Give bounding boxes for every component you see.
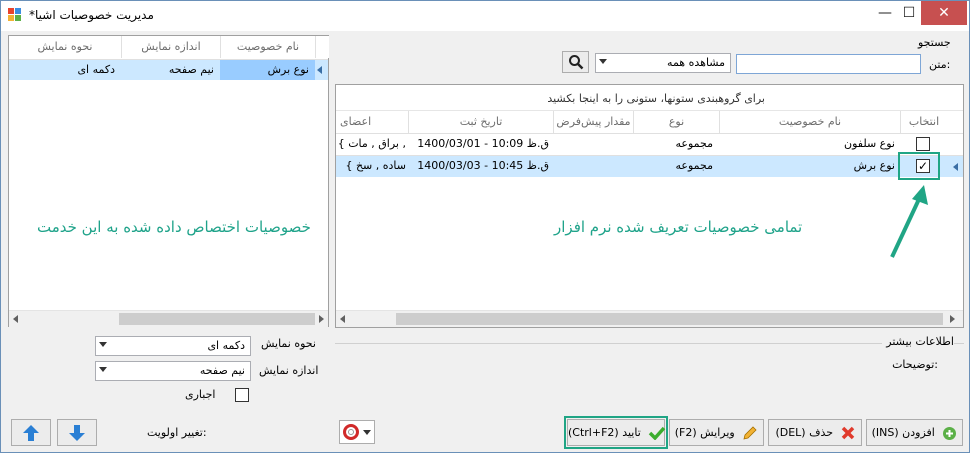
cell-members: { براق , مات , xyxy=(337,137,406,150)
column-header-date[interactable]: تاریخ ثبت xyxy=(408,111,553,133)
lifebuoy-icon xyxy=(343,424,360,440)
all-properties-note: تمامی خصوصیات تعریف شده نرم افزار xyxy=(554,218,803,236)
cell-property-name: نوع برش xyxy=(853,159,895,172)
more-info-label: اطلاعات بیشتر xyxy=(882,335,954,348)
cell-members: { ساده , سخ xyxy=(345,159,406,172)
search-text-label: متن: xyxy=(929,58,951,71)
select-checkbox[interactable] xyxy=(916,137,930,151)
cell-date: 1400/03/01 - 10:09 ق.ظ xyxy=(417,137,549,150)
display-size-label: اندازه نمایش xyxy=(259,364,319,377)
table-row[interactable]: نوع برش نیم صفحه دکمه ای xyxy=(9,59,328,80)
column-header-members[interactable]: اعضای xyxy=(336,111,408,133)
table-row[interactable]: نوع سلفون مجموعه 1400/03/01 - 10:09 ق.ظ … xyxy=(336,133,963,155)
arrow-up-icon xyxy=(23,425,39,441)
display-mode-value: دکمه ای xyxy=(207,339,245,352)
cell-default xyxy=(553,134,633,154)
required-checkbox[interactable] xyxy=(235,388,249,402)
add-button[interactable]: (INS) افزودن xyxy=(866,419,963,446)
chevron-down-icon xyxy=(99,367,107,372)
description-label: توضیحات: xyxy=(892,358,938,371)
window: *مدیریت خصوصیات اشیا — ☐ ✕ نام خصوصیت ان… xyxy=(0,0,970,453)
column-header-mode[interactable]: نحوه نمایش xyxy=(9,36,121,58)
chevron-down-icon xyxy=(99,342,107,347)
column-header-select[interactable]: انتخاب xyxy=(900,111,947,133)
move-down-button[interactable] xyxy=(57,419,97,446)
scroll-right-icon[interactable] xyxy=(950,315,955,323)
table-row-selected[interactable]: ✓ نوع برش مجموعه 1400/03/03 - 10:45 ق.ظ … xyxy=(336,155,963,177)
current-row-indicator-icon xyxy=(317,66,322,74)
cell-property-name: نوع سلفون xyxy=(844,137,895,150)
display-size-select[interactable]: نیم صفحه xyxy=(95,361,251,381)
checkbox-highlight-box xyxy=(898,152,940,180)
annotation-arrow-icon xyxy=(890,185,928,258)
cell-name: نوع برش xyxy=(220,60,315,80)
assigned-properties-note: خصوصیات اختصاص داده شده به این خدمت xyxy=(37,218,311,236)
close-button[interactable]: ✕ xyxy=(921,1,967,25)
column-header-property-name[interactable]: نام خصوصیت xyxy=(719,111,900,133)
grid-header-row: انتخاب نام خصوصیت نوع مقدار پیش‌فرض تاری… xyxy=(336,110,963,133)
move-up-button[interactable] xyxy=(11,419,51,446)
assigned-properties-grid: نام خصوصیت اندازه نمایش نحوه نمایش نوع ب… xyxy=(8,35,329,327)
search-group-label: جستجو xyxy=(918,36,951,49)
chevron-down-icon xyxy=(599,59,607,64)
edit-label: (F2) ویرایش xyxy=(674,426,735,439)
plus-circle-icon xyxy=(943,426,957,440)
delete-button[interactable]: (DEL) حذف xyxy=(768,419,862,446)
scroll-left-icon[interactable] xyxy=(340,315,345,323)
right-grid-hscrollbar[interactable] xyxy=(336,310,963,327)
app-icon xyxy=(8,8,22,22)
row-header-corner xyxy=(315,36,329,58)
scroll-right-icon[interactable] xyxy=(319,315,324,323)
chevron-down-icon xyxy=(362,429,371,435)
display-size-value: نیم صفحه xyxy=(199,364,245,377)
confirm-label: (Ctrl+F2) تایید xyxy=(568,426,641,439)
add-label: (INS) افزودن xyxy=(871,426,935,439)
arrow-down-icon xyxy=(69,425,85,441)
cell-type: مجموعه xyxy=(675,159,714,172)
pencil-icon xyxy=(743,426,757,440)
title-bar: *مدیریت خصوصیات اشیا — ☐ ✕ xyxy=(1,1,969,31)
cell-size: نیم صفحه xyxy=(168,63,214,76)
more-info-group: اطلاعات بیشتر توضیحات: xyxy=(335,335,964,403)
cell-mode: دکمه ای xyxy=(77,63,115,76)
display-mode-label: نحوه نمایش xyxy=(261,337,316,350)
scroll-thumb[interactable] xyxy=(119,313,315,325)
current-row-indicator-icon xyxy=(953,163,958,171)
column-header-default[interactable]: مقدار پیش‌فرض xyxy=(553,111,633,133)
column-header-type[interactable]: نوع xyxy=(633,111,719,133)
checkmark-icon xyxy=(649,426,666,440)
search-button[interactable] xyxy=(562,51,589,73)
required-label: اجباری xyxy=(185,388,216,401)
window-title: *مدیریت خصوصیات اشیا xyxy=(29,8,154,22)
edit-button[interactable]: (F2) ویرایش xyxy=(669,419,764,446)
help-dropdown-button[interactable] xyxy=(339,420,375,444)
priority-label: تغییر اولویت: xyxy=(147,426,207,439)
column-header-name[interactable]: نام خصوصیت xyxy=(220,36,315,58)
view-filter-value: مشاهده همه xyxy=(667,56,725,69)
scroll-thumb[interactable] xyxy=(396,313,943,325)
cell-type: مجموعه xyxy=(675,137,714,150)
left-grid-hscrollbar[interactable] xyxy=(9,310,328,327)
confirm-button[interactable]: (Ctrl+F2) تایید xyxy=(567,419,666,446)
cell-date: 1400/03/03 - 10:45 ق.ظ xyxy=(417,159,549,172)
delete-label: (DEL) حذف xyxy=(775,426,834,439)
group-by-hint: برای گروهبندی ستونها، ستونی را به اینجا … xyxy=(547,92,765,105)
all-properties-grid: برای گروهبندی ستونها، ستونی را به اینجا … xyxy=(335,84,964,328)
delete-x-icon xyxy=(841,426,854,440)
cell-default xyxy=(553,156,633,176)
search-input[interactable] xyxy=(736,54,921,74)
column-header-size[interactable]: اندازه نمایش xyxy=(121,36,220,58)
scroll-left-icon[interactable] xyxy=(13,315,18,323)
view-filter-select[interactable]: مشاهده همه xyxy=(595,53,731,73)
display-mode-select[interactable]: دکمه ای xyxy=(95,336,251,356)
search-icon xyxy=(568,55,583,70)
